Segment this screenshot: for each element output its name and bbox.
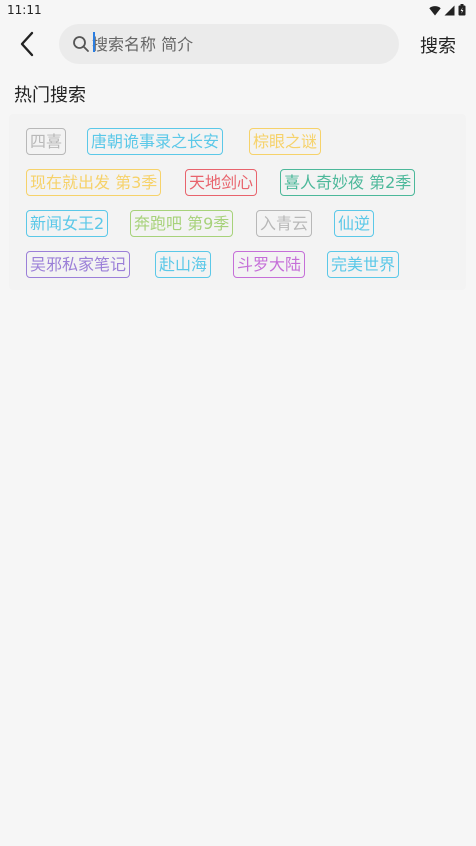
hot-search-tag[interactable]: 新闻女王2	[26, 210, 109, 237]
status-icons	[429, 4, 466, 16]
back-button[interactable]	[10, 26, 44, 62]
hot-search-tag[interactable]: 唐朝诡事录之长安	[87, 128, 224, 155]
chevron-left-icon	[20, 31, 34, 57]
hot-search-tag[interactable]: 吴邪私家笔记	[26, 251, 131, 278]
hot-search-tag[interactable]: 完美世界	[327, 251, 400, 278]
hot-search-tag[interactable]: 斗罗大陆	[233, 251, 306, 278]
status-bar: 11:11	[0, 0, 476, 22]
search-input[interactable]	[92, 34, 372, 54]
text-cursor	[93, 32, 95, 52]
hot-search-tag[interactable]: 仙逆	[334, 210, 375, 237]
battery-icon	[458, 4, 466, 16]
status-time: 11:11	[7, 3, 42, 17]
hot-search-tag[interactable]: 奔跑吧 第9季	[130, 210, 234, 237]
hot-search-title: 热门搜索	[14, 85, 86, 106]
hot-search-tag[interactable]: 入青云	[256, 210, 313, 237]
hot-search-tag[interactable]: 四喜	[26, 128, 67, 155]
hot-search-tag[interactable]: 天地剑心	[185, 169, 258, 196]
hot-search-tag[interactable]: 喜人奇妙夜 第2季	[280, 169, 416, 196]
hot-search-tag[interactable]: 棕眼之谜	[249, 128, 322, 155]
cellular-signal-icon	[444, 5, 455, 15]
search-icon	[72, 35, 90, 53]
hot-search-tag[interactable]: 赴山海	[155, 251, 212, 278]
search-header: 搜索	[0, 22, 476, 68]
hot-search-tag-list: 四喜 唐朝诡事录之长安 棕眼之谜 现在就出发 第3季 天地剑心 喜人奇妙夜 第2…	[9, 114, 466, 290]
wifi-icon	[429, 5, 441, 15]
search-button[interactable]: 搜索	[420, 32, 456, 58]
hot-search-tag[interactable]: 现在就出发 第3季	[26, 169, 162, 196]
search-box[interactable]	[59, 24, 399, 64]
